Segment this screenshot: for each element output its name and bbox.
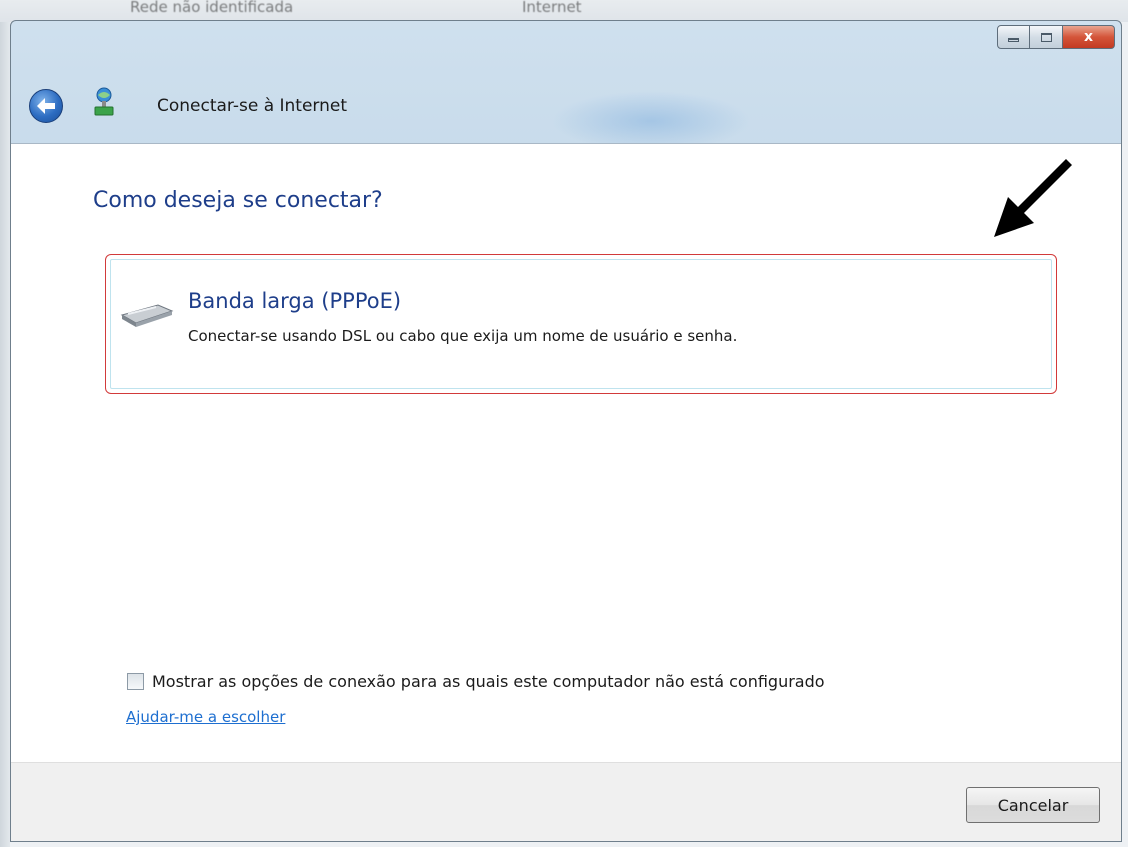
back-arrow-icon bbox=[37, 98, 55, 114]
network-connection-icon bbox=[94, 87, 114, 116]
help-me-choose-link[interactable]: Ajudar-me a escolher bbox=[126, 708, 285, 726]
window-title: Conectar-se à Internet bbox=[157, 96, 348, 116]
content-panel: Como deseja se conectar? Banda larga (PP… bbox=[11, 143, 1121, 762]
background-window-edge bbox=[0, 22, 10, 847]
minimize-icon bbox=[1008, 38, 1019, 42]
background-text-network: Rede não identificada bbox=[130, 0, 294, 16]
page-heading: Como deseja se conectar? bbox=[93, 188, 383, 213]
modem-icon bbox=[120, 304, 174, 327]
caption-buttons: x bbox=[997, 25, 1115, 51]
cancel-button[interactable]: Cancelar bbox=[966, 787, 1100, 823]
glass-highlight bbox=[551, 91, 751, 151]
background-window-strip: Rede não identificada Internet bbox=[0, 0, 1128, 22]
option-description: Conectar-se usando DSL ou cabo que exija… bbox=[188, 327, 738, 345]
annotation-arrow-icon bbox=[994, 159, 1072, 237]
connect-dialog: x Conectar-se à Internet Como deseja se … bbox=[10, 20, 1122, 842]
show-options-label[interactable]: Mostrar as opções de conexão para as qua… bbox=[152, 672, 825, 691]
broadband-pppoe-option[interactable]: Banda larga (PPPoE) Conectar-se usando D… bbox=[105, 254, 1057, 394]
close-icon: x bbox=[1083, 29, 1094, 45]
option-title: Banda larga (PPPoE) bbox=[188, 289, 402, 313]
button-bar: Cancelar bbox=[11, 762, 1121, 841]
option-focus-frame bbox=[110, 259, 1052, 389]
show-options-row: Mostrar as opções de conexão para as qua… bbox=[127, 672, 825, 691]
maximize-button[interactable] bbox=[1030, 25, 1063, 49]
minimize-button[interactable] bbox=[997, 25, 1030, 49]
close-button[interactable]: x bbox=[1063, 25, 1115, 49]
maximize-icon bbox=[1040, 32, 1052, 42]
show-options-checkbox[interactable] bbox=[127, 673, 144, 690]
background-text-internet: Internet bbox=[522, 0, 582, 16]
back-button[interactable] bbox=[29, 89, 63, 123]
